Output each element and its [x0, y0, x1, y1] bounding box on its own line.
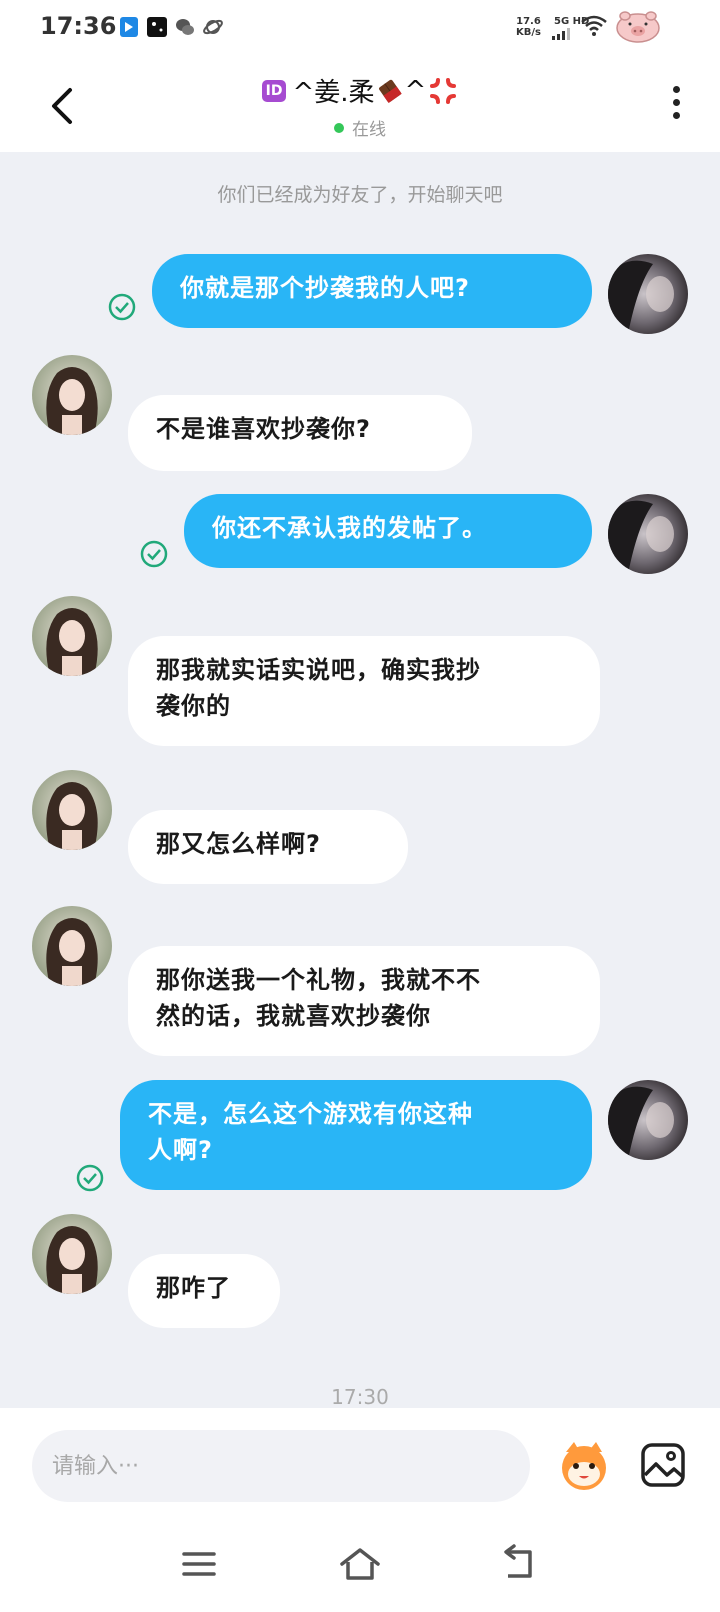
contact-name-part-2: ^: [404, 75, 427, 106]
message-line: 袭你的: [156, 692, 231, 720]
stars-app-icon: [147, 17, 167, 37]
read-check-icon: [76, 1164, 104, 1192]
chocolate-icon: [378, 79, 402, 103]
message-timestamp: 17:30: [331, 1385, 389, 1409]
message-line: 那我就实话实说吧，确实我抄: [156, 656, 481, 684]
avatar-contact[interactable]: [32, 355, 112, 435]
avatar-mine[interactable]: [608, 254, 688, 334]
cartoon-face-icon[interactable]: [556, 1438, 612, 1494]
planet-icon: [203, 19, 223, 35]
avatar-contact[interactable]: [32, 1214, 112, 1294]
chat-header: ID ^姜.柔 ^ 在线: [0, 56, 720, 152]
online-status-text: 在线: [352, 120, 386, 140]
online-status: 在线: [0, 115, 720, 140]
message-bubble-mine[interactable]: 不是，怎么这个游戏有你这种 人啊?: [120, 1080, 592, 1190]
contact-name-part-1: ^姜.柔: [292, 78, 375, 108]
avatar-contact[interactable]: [32, 906, 112, 986]
input-bar: [0, 1408, 720, 1518]
message-bubble-mine[interactable]: 你还不承认我的发帖了。: [184, 494, 592, 568]
message-bubble-mine[interactable]: 你就是那个抄袭我的人吧?: [152, 254, 592, 328]
read-check-icon: [140, 540, 168, 568]
message-bubble-contact[interactable]: 那咋了: [128, 1254, 280, 1328]
menu-icon[interactable]: [178, 1544, 222, 1584]
id-badge-icon: ID: [261, 79, 287, 102]
image-icon[interactable]: [640, 1442, 686, 1488]
message-line: 然的话，我就喜欢抄袭你: [156, 1002, 431, 1030]
avatar-mine[interactable]: [608, 1080, 688, 1160]
avatar-contact[interactable]: [32, 596, 112, 676]
wechat-icon: [176, 19, 194, 35]
back-arrow-icon[interactable]: [498, 1544, 542, 1584]
contact-name: ID ^姜.柔 ^: [261, 72, 459, 109]
more-vertical-icon[interactable]: [664, 86, 688, 126]
net-speed: 17.6 KB/s: [516, 16, 541, 38]
avatar-mine[interactable]: [608, 494, 688, 574]
signal-icon: [552, 28, 570, 40]
status-time: 17:36: [40, 12, 117, 40]
message-bubble-contact[interactable]: 不是谁喜欢抄袭你?: [128, 395, 472, 471]
contact-title-block: ID ^姜.柔 ^ 在线: [0, 72, 720, 140]
status-bar: 17:36 17.6 KB/s 5G HD: [0, 0, 720, 56]
message-line: 人啊?: [148, 1136, 213, 1164]
system-message: 你们已经成为好友了，开始聊天吧: [217, 184, 503, 206]
home-icon[interactable]: [338, 1544, 382, 1584]
wifi-icon: [581, 15, 607, 36]
message-line: 不是，怎么这个游戏有你这种: [148, 1100, 473, 1128]
avatar-contact[interactable]: [32, 770, 112, 850]
online-dot: [334, 122, 344, 133]
message-bubble-contact[interactable]: 那又怎么样啊?: [128, 810, 408, 884]
message-input[interactable]: [32, 1430, 530, 1502]
read-check-icon: [108, 293, 136, 321]
message-bubble-contact[interactable]: 那我就实话实说吧，确实我抄 袭你的: [128, 636, 600, 746]
file-icon: [120, 17, 138, 37]
message-bubble-contact[interactable]: 那你送我一个礼物，我就不不 然的话，我就喜欢抄袭你: [128, 946, 600, 1056]
system-nav-bar: [0, 1518, 720, 1612]
message-line: 那你送我一个礼物，我就不不: [156, 966, 481, 994]
anger-symbol-icon: [430, 77, 457, 104]
pig-battery-icon: [616, 11, 660, 43]
